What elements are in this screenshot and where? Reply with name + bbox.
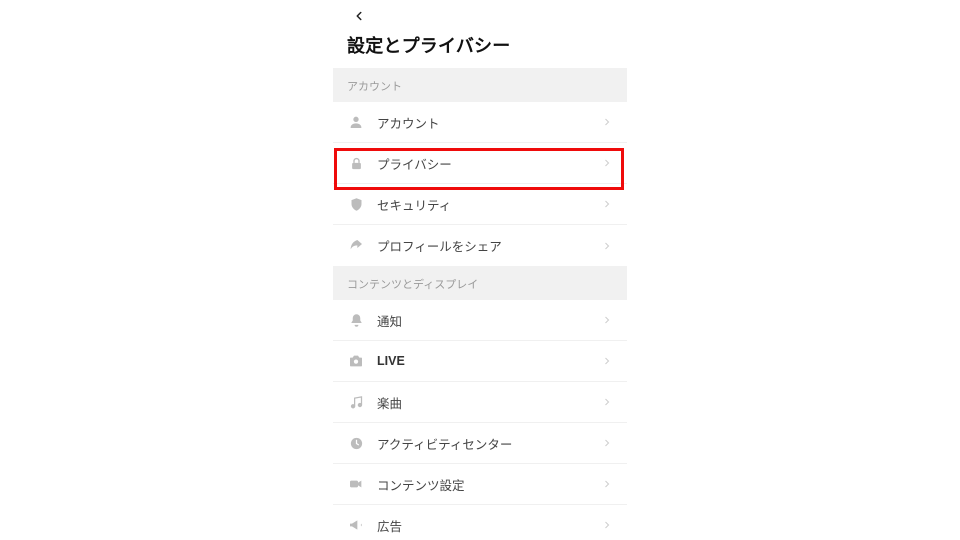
row-security[interactable]: セキュリティ — [333, 184, 627, 225]
bell-icon — [347, 311, 365, 329]
settings-screen: 設定とプライバシー アカウント アカウント プライバシー — [333, 0, 627, 540]
row-label: 広告 — [377, 516, 601, 535]
page-title: 設定とプライバシー — [347, 32, 613, 58]
row-label: セキュリティ — [377, 195, 601, 214]
chevron-right-icon — [601, 157, 613, 169]
chevron-right-icon — [601, 437, 613, 449]
row-label: アクティビティセンター — [377, 434, 601, 453]
camera-icon — [347, 352, 365, 370]
back-button[interactable] — [347, 4, 371, 28]
chevron-right-icon — [601, 314, 613, 326]
chevron-right-icon — [601, 355, 613, 367]
row-label: プライバシー — [377, 154, 601, 173]
row-share-profile[interactable]: プロフィールをシェア — [333, 225, 627, 266]
row-label: アカウント — [377, 113, 601, 132]
chevron-right-icon — [601, 519, 613, 531]
header: 設定とプライバシー — [333, 0, 627, 68]
lock-icon — [347, 154, 365, 172]
row-label: 通知 — [377, 311, 601, 330]
row-ads[interactable]: 広告 — [333, 505, 627, 540]
shield-icon — [347, 195, 365, 213]
section-header-content: コンテンツとディスプレイ — [333, 266, 627, 300]
row-account[interactable]: アカウント — [333, 102, 627, 143]
section-header-account: アカウント — [333, 68, 627, 102]
chevron-right-icon — [601, 240, 613, 252]
row-label: 楽曲 — [377, 393, 601, 412]
chevron-right-icon — [601, 116, 613, 128]
row-content-settings[interactable]: コンテンツ設定 — [333, 464, 627, 505]
chevron-right-icon — [601, 396, 613, 408]
row-live[interactable]: LIVE — [333, 341, 627, 382]
row-label: LIVE — [377, 354, 601, 368]
row-privacy[interactable]: プライバシー — [333, 143, 627, 184]
chevron-right-icon — [601, 478, 613, 490]
megaphone-icon — [347, 516, 365, 534]
chevron-right-icon — [601, 198, 613, 210]
video-icon — [347, 475, 365, 493]
card-content: 通知 LIVE 楽曲 — [333, 300, 627, 540]
row-notifications[interactable]: 通知 — [333, 300, 627, 341]
row-activity-center[interactable]: アクティビティセンター — [333, 423, 627, 464]
back-icon — [352, 9, 366, 23]
row-label: コンテンツ設定 — [377, 475, 601, 494]
row-music[interactable]: 楽曲 — [333, 382, 627, 423]
card-account: アカウント プライバシー セキュリティ — [333, 102, 627, 266]
music-icon — [347, 393, 365, 411]
person-icon — [347, 113, 365, 131]
share-icon — [347, 237, 365, 255]
row-label: プロフィールをシェア — [377, 236, 601, 255]
clock-icon — [347, 434, 365, 452]
